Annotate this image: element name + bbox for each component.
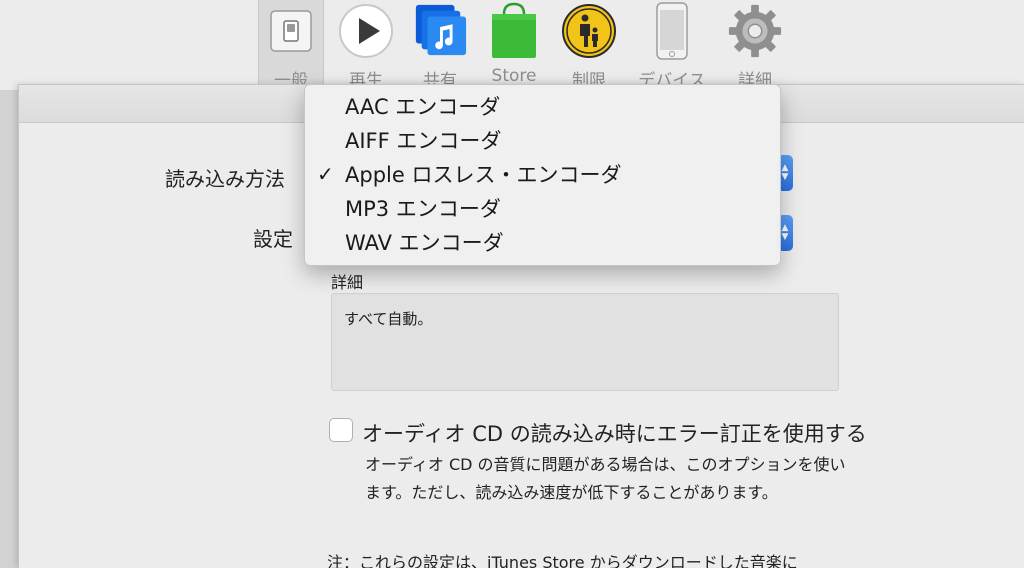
menu-item-label: MP3 エンコーダ xyxy=(345,196,501,221)
menu-item-aiff[interactable]: AIFF エンコーダ xyxy=(305,123,780,156)
details-text: すべて自動。 xyxy=(344,310,433,328)
import-method-label: 読み込み方法 xyxy=(165,167,285,191)
window-background-edge xyxy=(0,90,20,568)
details-label: 詳細 xyxy=(331,273,364,292)
settings-label: 設定 xyxy=(253,227,293,251)
menu-item-label: AIFF エンコーダ xyxy=(345,128,502,153)
error-correction-label[interactable]: オーディオ CD の読み込み時にエラー訂正を使用する xyxy=(362,418,867,448)
details-box: すべて自動。 xyxy=(331,293,839,391)
encoder-dropdown-menu: AAC エンコーダ AIFF エンコーダ ✓ Apple ロスレス・エンコーダ … xyxy=(304,84,781,266)
parental-restrictions-icon xyxy=(561,0,617,62)
error-correction-checkbox[interactable] xyxy=(329,418,353,442)
menu-item-mp3[interactable]: MP3 エンコーダ xyxy=(305,191,780,224)
checkmark-icon: ✓ xyxy=(317,161,334,186)
play-icon xyxy=(338,0,394,62)
chevron-down-icon: ▼ xyxy=(781,172,789,182)
menu-item-apple-lossless[interactable]: ✓ Apple ロスレス・エンコーダ xyxy=(305,157,780,190)
menu-item-label: WAV エンコーダ xyxy=(345,230,504,255)
help-line: ます。ただし、読み込み速度が低下することがあります。 xyxy=(365,483,778,502)
note-text: 注：これらの設定は、iTunes Store からダウンロードした音楽に xyxy=(327,553,798,568)
error-correction-help: オーディオ CD の音質に問題がある場合は、このオプションを使い ます。ただし、… xyxy=(365,451,955,507)
gear-icon xyxy=(727,0,783,62)
menu-item-label: AAC エンコーダ xyxy=(345,94,501,119)
help-line: オーディオ CD の音質に問題がある場合は、このオプションを使い xyxy=(365,455,846,474)
music-sharing-icon xyxy=(412,0,468,62)
device-phone-icon xyxy=(644,0,700,62)
menu-item-wav[interactable]: WAV エンコーダ xyxy=(305,225,780,258)
general-switch-icon xyxy=(263,0,319,62)
menu-item-label: Apple ロスレス・エンコーダ xyxy=(345,162,622,187)
menu-item-aac[interactable]: AAC エンコーダ xyxy=(305,89,780,122)
store-bag-icon xyxy=(486,0,542,62)
toolbar-item-label: Store xyxy=(491,66,537,86)
chevron-down-icon: ▼ xyxy=(781,232,789,242)
